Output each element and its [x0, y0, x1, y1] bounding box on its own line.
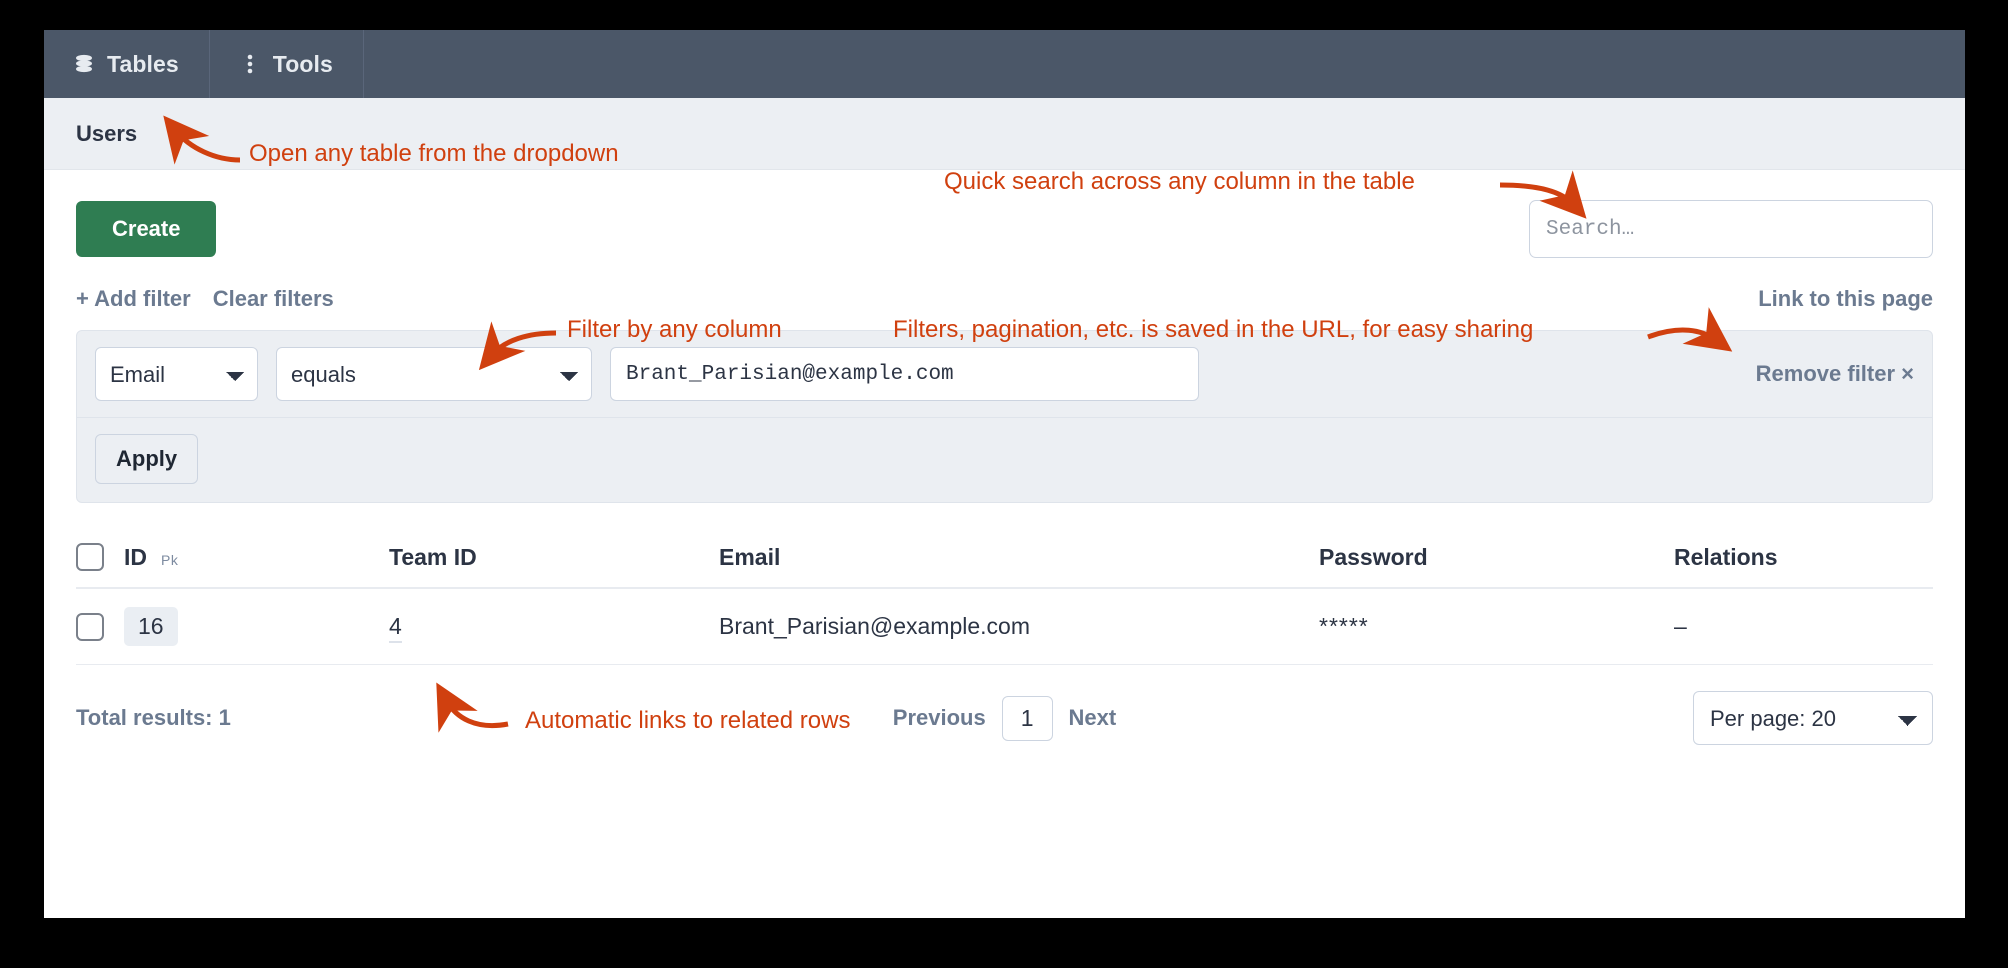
- filter-links-row: + Add filter Clear filters Link to this …: [76, 286, 1933, 312]
- filter-controls: IDTeam IDEmailPassword equalsnot equalsc…: [95, 347, 1199, 401]
- screenshot-root: Tables Tools Users Create Search… + Add …: [0, 0, 2008, 968]
- cell-password: *****: [1319, 613, 1369, 639]
- current-page-number[interactable]: 1: [1001, 695, 1053, 741]
- cell-id: 16: [124, 607, 389, 646]
- table-footer: Total results: 1 Previous 1 Next Per pag…: [76, 665, 1933, 745]
- next-page-link[interactable]: Next: [1069, 705, 1117, 731]
- id-value-pill[interactable]: 16: [124, 607, 178, 646]
- column-header-password[interactable]: Password: [1319, 544, 1674, 571]
- remove-filter-link[interactable]: Remove filter ×: [1756, 361, 1914, 387]
- data-table: ID Pk Team ID Email Password Relations 1…: [76, 529, 1933, 665]
- column-header-id[interactable]: ID Pk: [124, 544, 389, 571]
- toolbar-row: Create: [76, 170, 1933, 258]
- column-header-id-label: ID: [124, 543, 147, 570]
- column-header-team-id[interactable]: Team ID: [389, 544, 719, 571]
- pagination: Previous 1 Next: [76, 695, 1933, 741]
- filter-links-left: + Add filter Clear filters: [76, 286, 334, 312]
- search-input[interactable]: [1529, 200, 1933, 258]
- column-header-password-label: Password: [1319, 543, 1428, 570]
- per-page-select[interactable]: Per page: 10Per page: 20Per page: 50Per …: [1693, 691, 1933, 745]
- team-id-relation-link[interactable]: 4: [389, 613, 402, 643]
- primary-key-badge: Pk: [161, 551, 179, 568]
- filter-value-input[interactable]: [610, 347, 1199, 401]
- filter-panel: IDTeam IDEmailPassword equalsnot equalsc…: [76, 330, 1933, 503]
- row-select-checkbox[interactable]: [76, 612, 104, 641]
- link-to-this-page-link[interactable]: Link to this page: [1758, 286, 1933, 312]
- filter-operator-select[interactable]: equalsnot equalscontainsstarts withends …: [276, 347, 592, 401]
- select-all-cell: [76, 543, 124, 571]
- table-row[interactable]: 16 4 Brant_Parisian@example.com ***** –: [76, 589, 1933, 665]
- column-header-email-label: Email: [719, 543, 781, 570]
- clear-filters-link[interactable]: Clear filters: [213, 286, 334, 312]
- filter-apply-row: Apply: [77, 417, 1932, 502]
- database-icon: [74, 53, 94, 75]
- create-button[interactable]: Create: [76, 201, 217, 257]
- content-area: Create + Add filter Clear filters Link t…: [44, 170, 1965, 745]
- filter-column-select[interactable]: IDTeam IDEmailPassword: [95, 347, 258, 401]
- filter-row: IDTeam IDEmailPassword equalsnot equalsc…: [77, 331, 1932, 417]
- nav-item-tools-label: Tools: [272, 50, 333, 77]
- cell-email: Brant_Parisian@example.com: [719, 613, 1030, 639]
- table-header-row: ID Pk Team ID Email Password Relations: [76, 529, 1933, 589]
- select-all-checkbox[interactable]: [76, 543, 104, 571]
- cell-relations: –: [1674, 613, 1687, 639]
- apply-button[interactable]: Apply: [95, 434, 199, 484]
- app-window: Tables Tools Users Create Search… + Add …: [44, 30, 1965, 918]
- previous-page-link[interactable]: Previous: [893, 705, 986, 731]
- kebab-menu-icon: [240, 53, 260, 75]
- cell-team-id: 4: [389, 613, 719, 643]
- column-header-email[interactable]: Email: [719, 544, 1319, 571]
- page-title[interactable]: Users: [76, 121, 137, 147]
- column-header-relations[interactable]: Relations: [1674, 544, 1933, 571]
- nav-item-tables-label: Tables: [107, 50, 179, 77]
- nav-item-tools[interactable]: Tools: [210, 30, 364, 98]
- nav-item-tables[interactable]: Tables: [44, 30, 210, 98]
- table-body: 16 4 Brant_Parisian@example.com ***** –: [76, 589, 1933, 665]
- total-results-label: Total results: 1: [76, 705, 231, 730]
- add-filter-link[interactable]: + Add filter: [76, 286, 191, 312]
- top-navbar: Tables Tools: [44, 30, 1965, 98]
- column-header-team-id-label: Team ID: [389, 543, 477, 570]
- page-header-bar: Users: [44, 98, 1965, 170]
- row-select-cell: [76, 612, 124, 641]
- column-header-relations-label: Relations: [1674, 543, 1778, 570]
